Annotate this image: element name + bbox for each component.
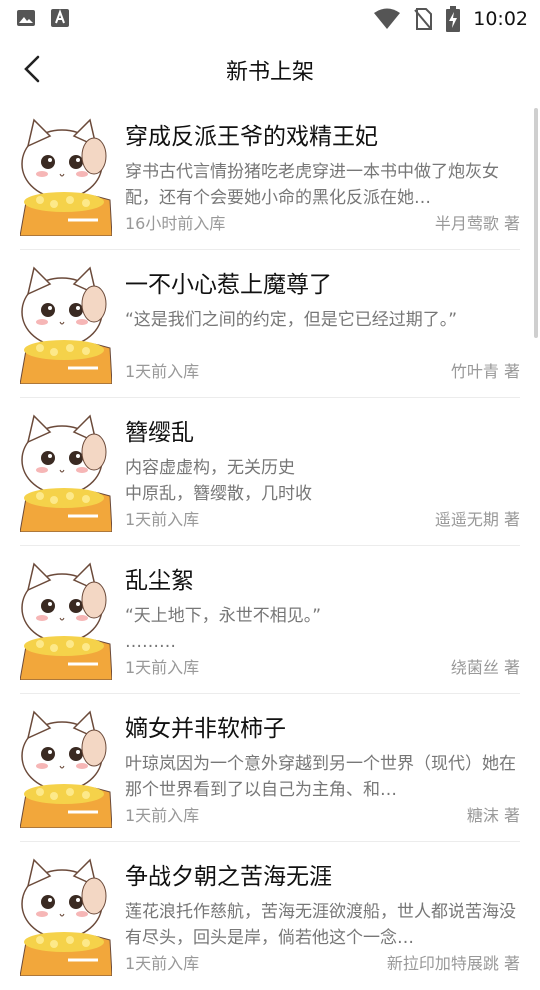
cat-cover-image bbox=[20, 856, 112, 976]
header: 新书上架 bbox=[0, 36, 540, 102]
book-author: 新拉印加特展跳 著 bbox=[386, 954, 520, 973]
book-cover bbox=[20, 412, 112, 532]
book-author: 绕菌丝 著 bbox=[450, 658, 520, 677]
book-description: “天上地下，永世不相见。” ……… bbox=[125, 606, 322, 652]
book-title: 一不小心惹上魔尊了 bbox=[125, 272, 332, 298]
cat-cover-image bbox=[20, 412, 112, 532]
book-list-item[interactable]: 一不小心惹上魔尊了 “这是我们之间的约定，但是它已经过期了。” 1天前入库 竹叶… bbox=[0, 250, 540, 398]
book-list-item[interactable]: 乱尘絮 “天上地下，永世不相见。” ……… 1天前入库 绕菌丝 著 bbox=[0, 546, 540, 694]
book-description: 叶琼岚因为一个意外穿越到另一个世界（现代）她在那个世界看到了以自己为主角、和… bbox=[125, 754, 516, 800]
book-description: 穿书古代言情扮猪吃老虎穿进一本书中做了炮灰女配，还有个会要她小命的黑化反派在她… bbox=[125, 162, 499, 208]
book-added-time: 1天前入库 bbox=[125, 806, 200, 825]
book-added-time: 1天前入库 bbox=[125, 954, 200, 973]
book-list-item[interactable]: 簪缨乱 内容虚虚构，无关历史 中原乱，簪缨散，几时收 1天前入库 遥遥无期 著 bbox=[0, 398, 540, 546]
battery-charging-icon bbox=[446, 6, 461, 32]
book-cover bbox=[20, 708, 112, 828]
book-added-time: 1天前入库 bbox=[125, 658, 200, 677]
book-list-item[interactable]: 嫡女并非软柿子 叶琼岚因为一个意外穿越到另一个世界（现代）她在那个世界看到了以自… bbox=[0, 694, 540, 842]
cat-cover-image bbox=[20, 264, 112, 384]
book-added-time: 16小时前入库 bbox=[125, 214, 226, 233]
book-list-item[interactable]: 争战夕朝之苦海无涯 莲花浪托作慈航，苦海无涯欲渡船，世人都说苦海没有尽头，回头是… bbox=[0, 842, 540, 990]
cat-cover-image bbox=[20, 708, 112, 828]
book-cover bbox=[20, 856, 112, 976]
book-cover bbox=[20, 560, 112, 680]
page-title: 新书上架 bbox=[225, 60, 314, 85]
image-icon bbox=[17, 10, 35, 26]
no-sim-icon bbox=[414, 8, 433, 30]
book-author: 竹叶青 著 bbox=[450, 362, 520, 381]
book-added-time: 1天前入库 bbox=[125, 510, 200, 529]
book-description: 内容虚虚构，无关历史 中原乱，簪缨散，几时收 bbox=[125, 458, 312, 504]
book-title: 争战夕朝之苦海无涯 bbox=[125, 864, 332, 890]
text-a-icon bbox=[51, 9, 69, 27]
book-title: 乱尘絮 bbox=[125, 568, 194, 594]
book-list-item[interactable]: 穿成反派王爷的戏精王妃 穿书古代言情扮猪吃老虎穿进一本书中做了炮灰女配，还有个会… bbox=[0, 102, 540, 250]
book-title: 穿成反派王爷的戏精王妃 bbox=[125, 124, 378, 150]
clock: 10:02 bbox=[473, 8, 528, 30]
cat-cover-image bbox=[20, 560, 112, 680]
book-cover bbox=[20, 116, 112, 236]
book-author: 糖沫 著 bbox=[466, 806, 520, 825]
book-title: 嫡女并非软柿子 bbox=[125, 716, 286, 742]
book-title: 簪缨乱 bbox=[125, 420, 194, 446]
book-description: 莲花浪托作慈航，苦海无涯欲渡船，世人都说苦海没有尽头，回头是岸，倘若他这个一念… bbox=[125, 902, 516, 948]
book-description: “这是我们之间的约定，但是它已经过期了。” bbox=[125, 310, 458, 330]
cat-cover-image bbox=[20, 116, 112, 236]
status-bar: 10:02 bbox=[0, 0, 540, 36]
wifi-icon bbox=[374, 8, 401, 29]
book-cover bbox=[20, 264, 112, 384]
book-added-time: 1天前入库 bbox=[125, 362, 200, 381]
book-author: 遥遥无期 著 bbox=[434, 510, 520, 529]
book-author: 半月莺歌 著 bbox=[434, 214, 520, 233]
